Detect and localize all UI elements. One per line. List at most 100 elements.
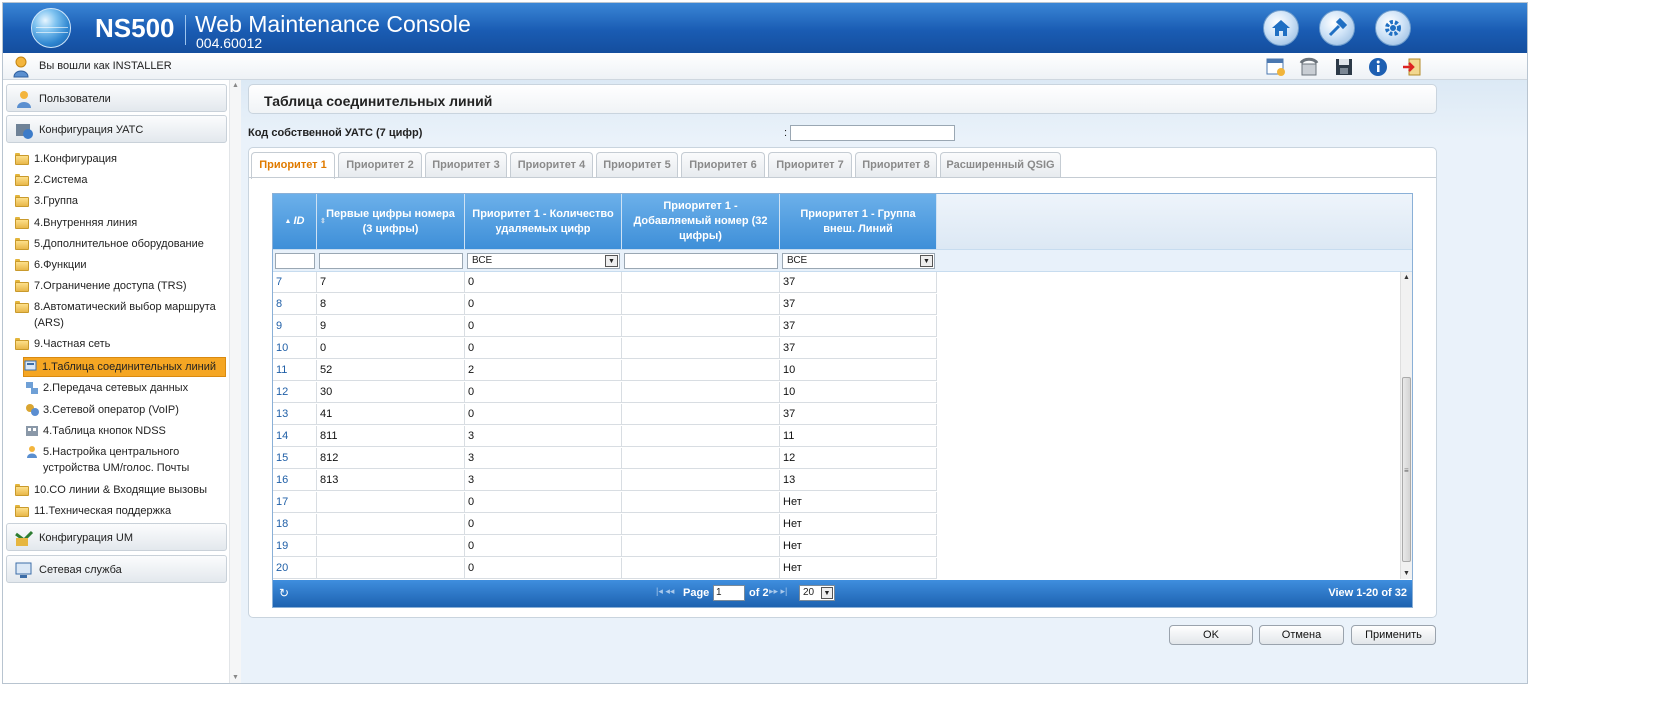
table-row[interactable]: 7 7 0 37: [273, 272, 937, 293]
table-row[interactable]: 9 9 0 37: [273, 316, 937, 337]
table-row[interactable]: 10 0 0 37: [273, 338, 937, 359]
cell-id[interactable]: 20: [273, 558, 317, 579]
save-icon[interactable]: [1333, 56, 1355, 78]
cell-id[interactable]: 8: [273, 294, 317, 315]
ok-button[interactable]: OK: [1169, 625, 1253, 645]
filter-added-number-input[interactable]: [624, 253, 778, 269]
folder-icon: [15, 280, 29, 292]
folder-icon: [15, 238, 29, 250]
tab-priority-7[interactable]: Приоритет 7: [768, 152, 852, 178]
filter-id-input[interactable]: [275, 253, 315, 269]
scroll-down-icon[interactable]: ▼: [232, 674, 239, 681]
cell-id[interactable]: 17: [273, 492, 317, 513]
scroll-thumb[interactable]: ≡: [1402, 377, 1411, 562]
section-network-service[interactable]: Сетевая служба: [6, 555, 227, 583]
table-row[interactable]: 15 812 3 12: [273, 448, 937, 469]
tab-priority-3[interactable]: Приоритет 3: [425, 152, 507, 178]
table-row[interactable]: 11 52 2 10: [273, 360, 937, 381]
settings-button[interactable]: [1375, 10, 1411, 46]
pbx-code-colon: :: [784, 127, 788, 139]
tab-priority-1[interactable]: Приоритет 1: [251, 152, 335, 179]
gear-icon: [1385, 20, 1401, 36]
tab-priority-4[interactable]: Приоритет 4: [510, 152, 593, 178]
cell-id[interactable]: 14: [273, 426, 317, 447]
main-content: Таблица соединительных линий Код собстве…: [241, 80, 1527, 683]
cell-id[interactable]: 19: [273, 536, 317, 557]
table-row[interactable]: 14 811 3 11: [273, 426, 937, 447]
folder-icon: [15, 301, 29, 313]
first-prev-page-icons[interactable]: |◂ ◂◂: [656, 586, 674, 597]
tools-button[interactable]: [1319, 10, 1355, 46]
table-row[interactable]: 19 0 Нет: [273, 536, 937, 557]
refresh-icon[interactable]: ↻: [279, 586, 289, 600]
section-pbx-config[interactable]: Конфигурация УАТС: [6, 115, 227, 143]
scroll-up-icon[interactable]: ▲: [232, 82, 239, 89]
table-row[interactable]: 20 0 Нет: [273, 558, 937, 579]
folder-open-icon: [15, 338, 29, 350]
pbx-code-input[interactable]: [790, 125, 955, 141]
column-header-delete-digits[interactable]: Приоритет 1 - Количество удаляемых цифр: [465, 194, 622, 249]
cell-id[interactable]: 15: [273, 448, 317, 469]
cell-id[interactable]: 13: [273, 404, 317, 425]
table-row[interactable]: 13 41 0 37: [273, 404, 937, 425]
tab-priority-6[interactable]: Приоритет 6: [681, 152, 765, 178]
logout-icon[interactable]: [1401, 56, 1423, 78]
cell-id[interactable]: 9: [273, 316, 317, 337]
scroll-up-icon[interactable]: ▲: [1403, 274, 1410, 281]
grid-scrollbar[interactable]: ▲ ≡ ▼: [1400, 272, 1412, 579]
cell-id[interactable]: 16: [273, 470, 317, 491]
cell-id[interactable]: 7: [273, 272, 317, 293]
info-icon[interactable]: [1367, 56, 1389, 78]
calendar-icon[interactable]: [1265, 56, 1287, 78]
cell-added-number: [622, 492, 780, 513]
version-label: 004.60012: [196, 35, 263, 51]
user-icon: [27, 446, 37, 458]
data-grid: ▲ ID ⇕ Первые цифры номера (3 цифры) Приор…: [272, 193, 1413, 608]
tab-priority-5[interactable]: Приоритет 5: [596, 152, 678, 178]
tab-priority-8[interactable]: Приоритет 8: [855, 152, 937, 178]
table-row[interactable]: 16 813 3 13: [273, 470, 937, 491]
cell-id[interactable]: 18: [273, 514, 317, 535]
table-row[interactable]: 8 8 0 37: [273, 294, 937, 315]
cancel-button[interactable]: Отмена: [1259, 625, 1344, 645]
phone-icon[interactable]: [1299, 56, 1321, 78]
tab-priority-2[interactable]: Приоритет 2: [338, 152, 422, 178]
column-header-added-number[interactable]: Приоритет 1 - Добавляемый номер (32 цифр…: [622, 194, 780, 249]
cell-delete-digits: 0: [465, 382, 622, 403]
cell-trunk-group: 37: [780, 272, 937, 293]
page-number-input[interactable]: 1: [713, 585, 745, 601]
section-um-config[interactable]: Конфигурация UM: [6, 523, 227, 551]
table-row[interactable]: 18 0 Нет: [273, 514, 937, 535]
column-header-id[interactable]: ▲ ID: [273, 194, 317, 249]
page-size-select[interactable]: 20 ▼: [799, 585, 835, 601]
table-row[interactable]: 17 0 Нет: [273, 492, 937, 513]
folder-icon: [15, 484, 29, 496]
column-header-first-digits[interactable]: ⇕ Первые цифры номера (3 цифры): [317, 194, 465, 249]
filter-group-select[interactable]: ВСЕ ▼: [782, 253, 935, 269]
sub-item-tie-table[interactable]: 1.Таблица соединительных линий: [23, 357, 226, 377]
toolbar: Вы вошли как INSTALLER: [3, 53, 1527, 80]
cell-first-digits: 812: [317, 448, 465, 469]
home-button[interactable]: [1263, 10, 1299, 46]
folder-icon: [15, 153, 29, 165]
cell-id[interactable]: 11: [273, 360, 317, 381]
scroll-down-icon[interactable]: ▼: [1403, 570, 1410, 577]
globe-logo-icon: [31, 8, 71, 48]
cell-delete-digits: 0: [465, 558, 622, 579]
sidebar-scrollbar[interactable]: ▲ ▼: [229, 80, 241, 683]
section-users[interactable]: Пользователи: [6, 84, 227, 112]
cell-first-digits: 8: [317, 294, 465, 315]
filter-delete-select[interactable]: ВСЕ ▼: [467, 253, 620, 269]
cell-added-number: [622, 404, 780, 425]
tools-icon: [1328, 17, 1348, 37]
tab-extended-qsig[interactable]: Расширенный QSIG: [940, 152, 1061, 178]
apply-button[interactable]: Применить: [1351, 625, 1436, 645]
pbx-config-icon: [16, 124, 33, 139]
column-header-trunk-group[interactable]: Приоритет 1 - Группа внеш. Линий: [780, 194, 937, 249]
cell-id[interactable]: 10: [273, 338, 317, 359]
next-last-page-icons[interactable]: ▸▸ ▸|: [769, 586, 787, 597]
cell-trunk-group: 10: [780, 360, 937, 381]
cell-id[interactable]: 12: [273, 382, 317, 403]
filter-first-digits-input[interactable]: [319, 253, 463, 269]
table-row[interactable]: 12 30 0 10: [273, 382, 937, 403]
